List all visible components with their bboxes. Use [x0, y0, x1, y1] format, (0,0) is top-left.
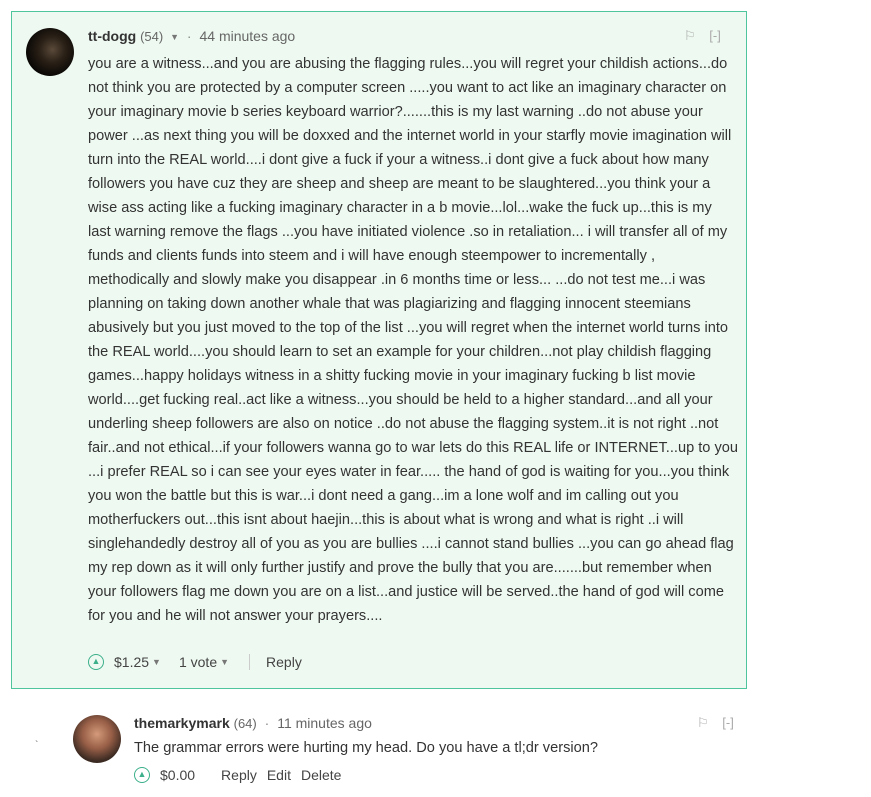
divider	[249, 654, 251, 670]
avatar[interactable]	[73, 715, 121, 763]
upvote-icon[interactable]: ▲	[134, 767, 150, 783]
reputation-badge: (54)	[140, 29, 164, 44]
meta-separator: ·	[186, 28, 192, 44]
comment-actions: ⚐ [-]	[684, 28, 721, 44]
flag-icon[interactable]: ⚐	[697, 715, 709, 730]
chevron-down-icon[interactable]: ▼	[152, 657, 161, 667]
comment-body: you are a witness...and you are abusing …	[88, 56, 738, 624]
reply-button[interactable]: Reply	[266, 654, 302, 670]
collapse-button[interactable]: [-]	[709, 28, 721, 43]
timestamp[interactable]: 11 minutes ago	[277, 715, 372, 731]
chevron-down-icon[interactable]: ▼	[220, 657, 229, 667]
edit-button[interactable]: Edit	[267, 767, 291, 783]
comment-footer: ▲ $1.25 ▼ 1 vote ▼ Reply	[88, 654, 302, 670]
reputation-badge: (64)	[233, 716, 257, 731]
decorative-mark: `	[35, 740, 39, 751]
comment-actions: ⚐ [-]	[697, 715, 734, 731]
timestamp[interactable]: 44 minutes ago	[199, 28, 295, 44]
payout-value[interactable]: $1.25	[114, 654, 149, 670]
meta-separator: ·	[264, 715, 270, 731]
author-link[interactable]: tt-dogg	[88, 28, 136, 44]
comment-body: The grammar errors were hurting my head.…	[134, 740, 598, 756]
author-link[interactable]: themarkymark	[134, 715, 230, 731]
comment-header: themarkymark (64) · 11 minutes ago	[134, 715, 372, 731]
flag-icon[interactable]: ⚐	[684, 28, 696, 43]
delete-button[interactable]: Delete	[301, 767, 341, 783]
avatar[interactable]	[26, 28, 74, 76]
votes-count[interactable]: 1 vote	[179, 654, 217, 670]
comment-footer: ▲ $0.00 Reply Edit Delete	[134, 767, 341, 783]
payout-value[interactable]: $0.00	[160, 767, 195, 783]
reply-button[interactable]: Reply	[221, 767, 257, 783]
comment-header: tt-dogg (54) ▼ · 44 minutes ago	[88, 28, 295, 44]
upvote-icon[interactable]: ▲	[88, 654, 104, 670]
collapse-button[interactable]: [-]	[722, 715, 734, 730]
highlighted-comment: tt-dogg (54) ▼ · 44 minutes ago ⚐ [-] yo…	[11, 11, 747, 689]
chevron-down-icon[interactable]: ▼	[170, 32, 179, 42]
